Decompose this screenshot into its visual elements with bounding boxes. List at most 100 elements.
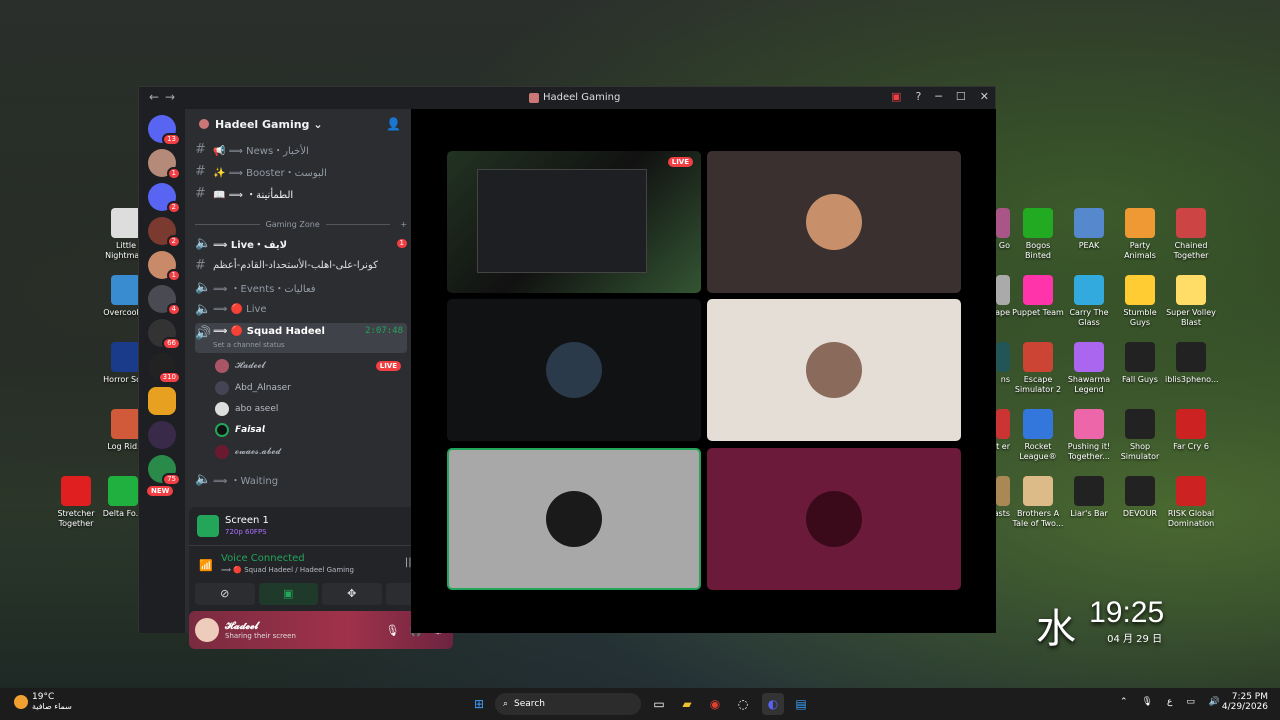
server-list: 13 1 2 2 1 4 66 310 75 NEW [139,109,185,633]
avatar[interactable] [195,618,219,642]
stream-preview [477,169,647,273]
participant-tile[interactable] [707,299,961,441]
app-icon [1176,409,1206,439]
server-icon[interactable] [148,387,176,415]
channel-waiting[interactable]: 🔈 ⟹ ・Waiting [195,469,407,489]
desktop-icon[interactable]: Escape Simulator 2 [1012,342,1064,395]
voice-location[interactable]: ⟹ 🔴 Squad Hadeel / Hadeel Gaming [221,566,354,574]
desktop-icon[interactable]: Brothers A Tale of Two... [1012,476,1064,529]
chrome-icon[interactable]: ◉ [704,693,726,715]
notepad-icon[interactable]: ▤ [790,693,812,715]
start-icon[interactable]: ⊞ [468,693,490,715]
desktop-icon[interactable]: Super Volley Blast [1165,275,1217,328]
desktop-icon[interactable]: Far Cry 6 [1165,409,1217,452]
desktop-icon[interactable]: Party Animals [1114,208,1166,261]
desktop-icon[interactable]: DEVOUR [1114,476,1166,519]
participant-tile-speaking[interactable] [447,448,701,590]
server-icon[interactable]: 2 [148,183,181,214]
desktop-icon[interactable]: iblis3pheno... [1165,342,1219,385]
desktop-icon[interactable]: Puppet Team [1012,275,1064,318]
desktop-icon[interactable]: Liar's Bar [1063,476,1115,519]
close-button[interactable]: ✕ [980,90,989,103]
stream-icon [197,515,219,537]
activities-button[interactable]: ✥ [322,583,382,605]
channel-events[interactable]: 🔈 ⟹ ・Events・فعاليات [195,277,407,297]
channel-news[interactable]: # 📢 ⟹ News・الأخبار [195,139,407,159]
desktop-icon[interactable]: Chained Together [1165,208,1217,261]
language-indicator[interactable]: ع [1167,697,1172,707]
live-badge: LIVE [667,157,693,167]
category-gaming-zone[interactable]: Gaming Zone + [195,214,407,234]
invite-icon[interactable]: 👤 [386,117,401,131]
server-icon[interactable]: 2 [148,217,181,248]
voice-status[interactable]: Voice Connected [221,553,305,564]
app-icon [1023,342,1053,372]
desktop-icon[interactable]: Bogos Binted [1012,208,1064,261]
participant-tile[interactable] [447,299,701,441]
task-view-icon[interactable]: ▭ [648,693,670,715]
stream-tile[interactable]: LIVE [447,151,701,293]
server-icon[interactable]: 1 [148,149,181,180]
channel-live[interactable]: 🔈 ⟹ Live・لايف 1 [195,233,407,253]
desktop-icon[interactable]: Shawarma Legend [1063,342,1115,395]
network-icon[interactable]: ▭ [1186,697,1195,707]
desktop-icon[interactable]: Stretcher Together [50,476,102,529]
participant-tile[interactable] [707,448,961,590]
desktop-icon[interactable]: Rocket League® [1012,409,1064,462]
signal-icon[interactable]: 📶 [199,559,213,572]
voice-user[interactable]: Abd_Alnaser [215,379,291,397]
taskbar-clock[interactable]: 7:25 PM 4/29/2026 [1222,692,1268,712]
nav-arrows[interactable]: ←→ [149,90,181,104]
volume-icon[interactable]: 🔊 [1209,697,1220,707]
desktop-icon[interactable]: Shop Simulator [1114,409,1166,462]
voice-user[interactable]: 𝓸𝔀𝓪𝓮𝓼.𝓪𝓫𝓮𝓭 [215,443,281,461]
server-icon[interactable]: 75 [148,455,181,486]
discord-icon[interactable]: ◐ [762,693,784,715]
avatar [546,342,602,398]
camera-off-button[interactable]: ⊘ [195,583,255,605]
app-icon[interactable]: ◌ [732,693,754,715]
speaker-icon: 🔈 [195,301,212,317]
minimize-button[interactable]: ─ [935,90,942,103]
server-icon[interactable]: 310 [148,353,181,384]
microphone-icon[interactable]: 🎙 [1142,697,1153,707]
channel-squad-hadeel[interactable]: 🔊 ⟹ 🔴 Squad Hadeel 2:07:48 Set a channel … [195,323,407,353]
app-icon [1023,409,1053,439]
desktop-icon[interactable]: Fall Guys [1114,342,1166,385]
hash-icon: # [195,257,206,273]
maximize-button[interactable]: ☐ [956,90,966,103]
inbox-icon[interactable]: ▣ [891,90,901,103]
desktop-icon[interactable]: RISK Global Domination [1165,476,1217,529]
channel-booster[interactable]: # ✨ ⟹ Booster・البوست [195,161,407,181]
speaker-icon: 🔈 [195,279,212,295]
help-icon[interactable]: ? [915,90,921,103]
server-icon[interactable]: 66 [148,319,181,350]
avatar [806,194,862,250]
server-icon[interactable]: 4 [148,285,181,316]
desktop-icon[interactable]: PEAK [1063,208,1115,251]
channel-peace[interactable]: # 📖 ⟹ ・الطمأنينة [195,183,407,203]
desktop-icon[interactable]: Pushing it! Together... [1063,409,1115,462]
chevron-up-icon[interactable]: ⌃ [1120,697,1128,707]
search-box[interactable]: ⌕ Search [495,693,641,715]
weather-widget[interactable]: 19°C سماء صافية [14,692,72,711]
server-icon[interactable]: 1 [148,251,181,282]
server-icon[interactable] [148,421,176,449]
share-screen-button[interactable]: ▣ [258,583,318,605]
avatar [215,381,229,395]
microphone-icon[interactable]: 🎙 [385,624,399,637]
voice-user[interactable]: 𝙁𝙖𝙞𝙨𝙖𝙡 [215,421,265,439]
channel-arabic[interactable]: # كونرا-على-اهلب-الأستحداد-القادم-أعظم [195,255,407,275]
file-explorer-icon[interactable]: ▰ [676,693,698,715]
server-header[interactable]: Hadeel Gaming ⌄ 👤 [185,109,411,139]
channel-live-voice[interactable]: 🔈 ⟹ 🔴 Live [195,299,407,319]
participant-tile[interactable] [707,151,961,293]
desktop-icon[interactable]: Stumble Guys [1114,275,1166,328]
voice-user[interactable]: abo aseel [215,400,278,418]
channel-status[interactable]: Set a channel status [213,341,285,349]
dm-button[interactable]: 13 [148,115,181,146]
username[interactable]: 𝓗𝓪𝓭𝓮𝓮𝓵 [225,621,296,632]
desktop-icon[interactable]: Carry The Glass [1063,275,1115,328]
live-badge: LIVE [375,361,401,371]
voice-user[interactable]: 𝓗𝓪𝓭𝓮𝓮𝓵 LIVE [215,357,401,375]
